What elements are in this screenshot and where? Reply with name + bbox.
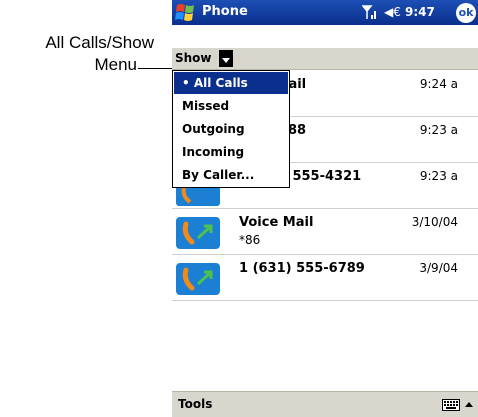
call-time: 3/9/04 — [419, 261, 458, 275]
bottom-menu-bar: Tools — [172, 391, 478, 417]
signal-icon[interactable] — [362, 5, 378, 20]
tools-menu[interactable]: Tools — [178, 397, 212, 411]
call-name: 1 (631) 555-6789 — [239, 261, 365, 276]
outgoing-call-icon — [176, 217, 220, 249]
title-bar: Phone ◀€ 9:47 ok — [172, 0, 478, 25]
input-panel-arrow-icon[interactable] — [464, 399, 474, 409]
call-number: *86 — [239, 233, 261, 247]
pocketpc-screen: Phone ◀€ 9:47 ok Show lail 9:24 a )88 9:… — [172, 0, 478, 417]
show-bar: Show — [172, 48, 478, 70]
ok-button[interactable]: ok — [456, 3, 476, 23]
show-menu-label[interactable]: Show — [175, 51, 212, 65]
call-row[interactable]: Voice Mail *86 3/10/04 — [172, 208, 478, 255]
call-time: 9:24 a — [419, 77, 458, 91]
call-row[interactable]: 1 (631) 555-6789 3/9/04 — [172, 254, 478, 301]
menu-item-missed[interactable]: Missed — [174, 95, 288, 117]
call-time: 9:23 a — [419, 123, 458, 137]
call-name: Voice Mail — [239, 215, 314, 230]
call-time: 3/10/04 — [411, 215, 458, 229]
windows-start-icon[interactable] — [174, 2, 198, 23]
menu-item-outgoing[interactable]: Outgoing — [174, 118, 288, 140]
outgoing-call-icon — [176, 186, 220, 206]
call-name: ) 555-4321 — [282, 169, 362, 184]
show-dropdown-arrow-icon[interactable] — [219, 50, 233, 67]
menu-item-incoming[interactable]: Incoming — [174, 141, 288, 163]
outgoing-call-icon — [176, 263, 220, 295]
show-dropdown-menu: • All Calls Missed Outgoing Incoming By … — [172, 70, 290, 188]
volume-icon[interactable]: ◀€ — [384, 5, 401, 19]
callout-label-line1: All Calls/Show — [45, 33, 154, 52]
keyboard-icon[interactable] — [442, 399, 460, 411]
callout-leader-line — [138, 68, 173, 69]
menu-item-all-calls[interactable]: • All Calls — [174, 72, 288, 94]
call-time: 9:23 a — [419, 169, 458, 183]
app-title: Phone — [202, 4, 248, 19]
menu-item-by-caller[interactable]: By Caller... — [174, 164, 288, 186]
clock-time[interactable]: 9:47 — [405, 5, 435, 19]
callout-label-line2: Menu — [94, 55, 137, 74]
